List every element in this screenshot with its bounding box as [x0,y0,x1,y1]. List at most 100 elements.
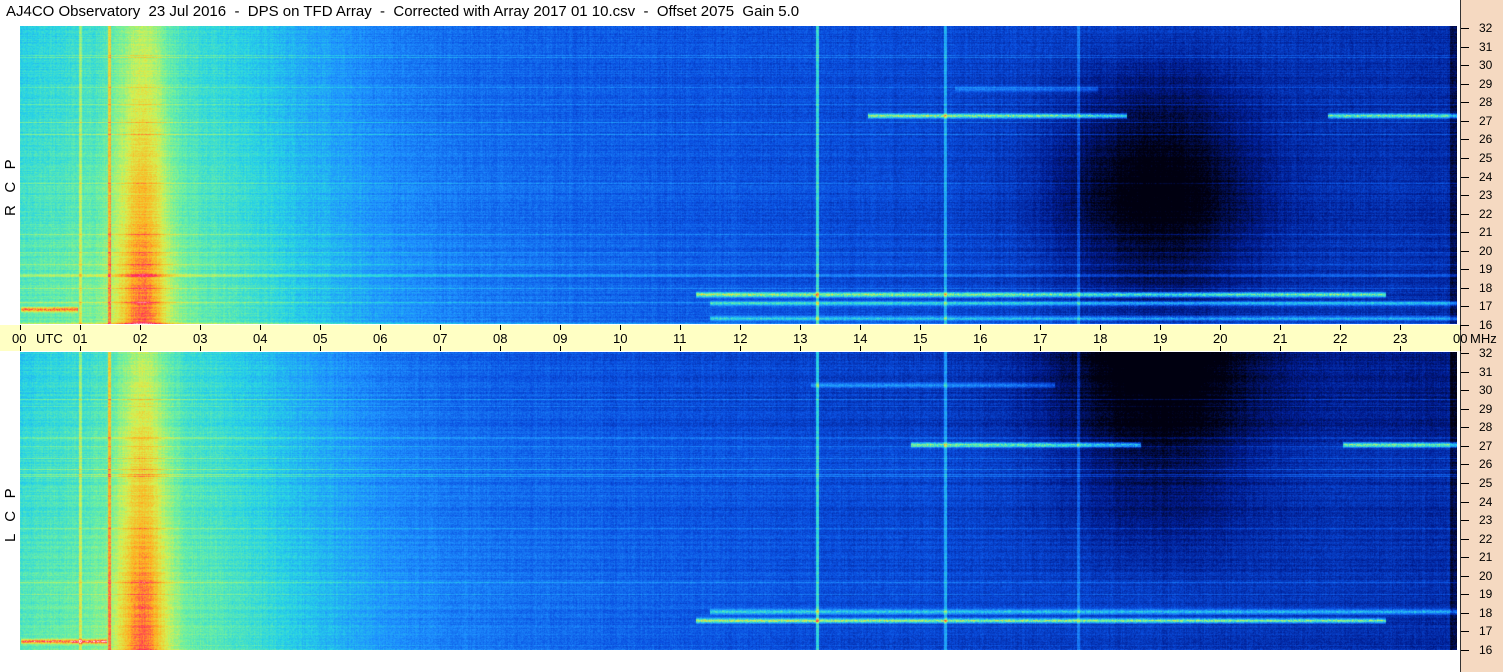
time-tick [20,346,21,351]
frequency-tick [1461,557,1469,559]
frequency-tick-label: 30 [1479,58,1493,73]
lcp-heatmap [20,352,1457,650]
time-tick [80,346,81,351]
time-tick [740,346,741,351]
time-tick [260,346,261,351]
frequency-tick-label: 28 [1479,95,1493,110]
frequency-tick-label: 22 [1479,206,1493,221]
time-tick [1340,346,1341,351]
frequency-tick [1461,325,1469,326]
time-tick [380,346,381,351]
frequency-tick-label: 28 [1479,420,1493,435]
frequency-tick [1461,575,1469,577]
time-tick-label: 15 [913,331,928,346]
time-tick-label: 23 [1393,331,1408,346]
frequency-tick [1461,83,1469,85]
frequency-tick-label: 18 [1479,605,1493,620]
time-tick-label: 00 [12,331,27,346]
frequency-tick-label: 20 [1479,568,1493,583]
time-tick-label: 14 [853,331,868,346]
time-tick [20,325,21,330]
frequency-tick-label: 17 [1479,624,1493,639]
time-tick [1160,346,1161,351]
lcp-spectrogram [20,352,1457,650]
frequency-tick [1461,482,1469,484]
frequency-tick-label: 16 [1479,643,1493,657]
frequency-tick-label: 25 [1479,475,1493,490]
frequency-tick [1461,594,1469,596]
frequency-tick [1461,612,1469,614]
time-tick [1400,325,1401,330]
frequency-tick-label: 23 [1479,188,1493,203]
time-tick-label: 13 [793,331,808,346]
frequency-tick [1461,464,1469,466]
time-tick-label: 11 [673,331,687,346]
frequency-tick [1461,287,1469,289]
time-tick [800,325,801,330]
frequency-tick [1461,213,1469,215]
time-tick [1220,325,1221,330]
frequency-tick-label: 20 [1479,243,1493,258]
time-tick [380,325,381,330]
frequency-tick-label: 32 [1479,21,1493,35]
frequency-tick [1461,445,1469,447]
time-tick-label: 18 [1093,331,1108,346]
frequency-tick [1461,65,1469,67]
time-tick [680,325,681,330]
time-tick-label: 16 [973,331,988,346]
frequency-tick-label: 21 [1479,225,1493,240]
frequency-tick-label: 25 [1479,150,1493,165]
frequency-tick [1461,46,1469,48]
time-tick [860,346,861,351]
time-tick [1160,325,1161,330]
frequency-tick [1461,353,1469,354]
frequency-tick [1461,250,1469,252]
time-tick [980,346,981,351]
time-tick [560,346,561,351]
time-tick [260,325,261,330]
time-tick-label: 05 [313,331,328,346]
frequency-tick [1461,157,1469,159]
frequency-tick-label: 19 [1479,587,1493,602]
time-tick-label: 07 [433,331,448,346]
time-tick-label: 20 [1213,331,1228,346]
frequency-tick-label: 16 [1479,318,1493,332]
time-tick [1340,325,1341,330]
time-tick [80,325,81,330]
time-tick [800,346,801,351]
chart-title: AJ4CO Observatory 23 Jul 2016 - DPS on T… [6,3,800,20]
time-tick [920,325,921,330]
frequency-tick [1461,390,1469,392]
time-tick-label: 19 [1153,331,1168,346]
time-tick [140,346,141,351]
time-tick [200,325,201,330]
time-tick-label: 10 [613,331,628,346]
frequency-tick-label: 18 [1479,280,1493,295]
frequency-tick-label: 31 [1479,39,1493,54]
time-tick [500,346,501,351]
time-tick-label: 17 [1033,331,1048,346]
rcp-heatmap [20,26,1457,324]
frequency-tick-label: 30 [1479,383,1493,398]
frequency-tick [1461,176,1469,178]
frequency-tick [1461,501,1469,503]
frequency-tick-label: 19 [1479,262,1493,277]
frequency-tick [1461,427,1469,429]
lcp-polarization-label: L C P [2,488,19,542]
time-tick [1400,346,1401,351]
time-tick [1280,346,1281,351]
time-tick [980,325,981,330]
rcp-spectrogram [20,26,1457,324]
time-tick [620,325,621,330]
frequency-tick [1461,408,1469,410]
frequency-tick [1461,631,1469,633]
time-tick [920,346,921,351]
time-tick [140,325,141,330]
time-tick-label: 22 [1333,331,1348,346]
frequency-tick-label: 17 [1479,299,1493,314]
time-tick [1100,325,1101,330]
time-tick [1040,346,1041,351]
time-tick-label: 00 [1453,331,1468,346]
time-tick [740,325,741,330]
time-tick-label: 01 [73,331,88,346]
